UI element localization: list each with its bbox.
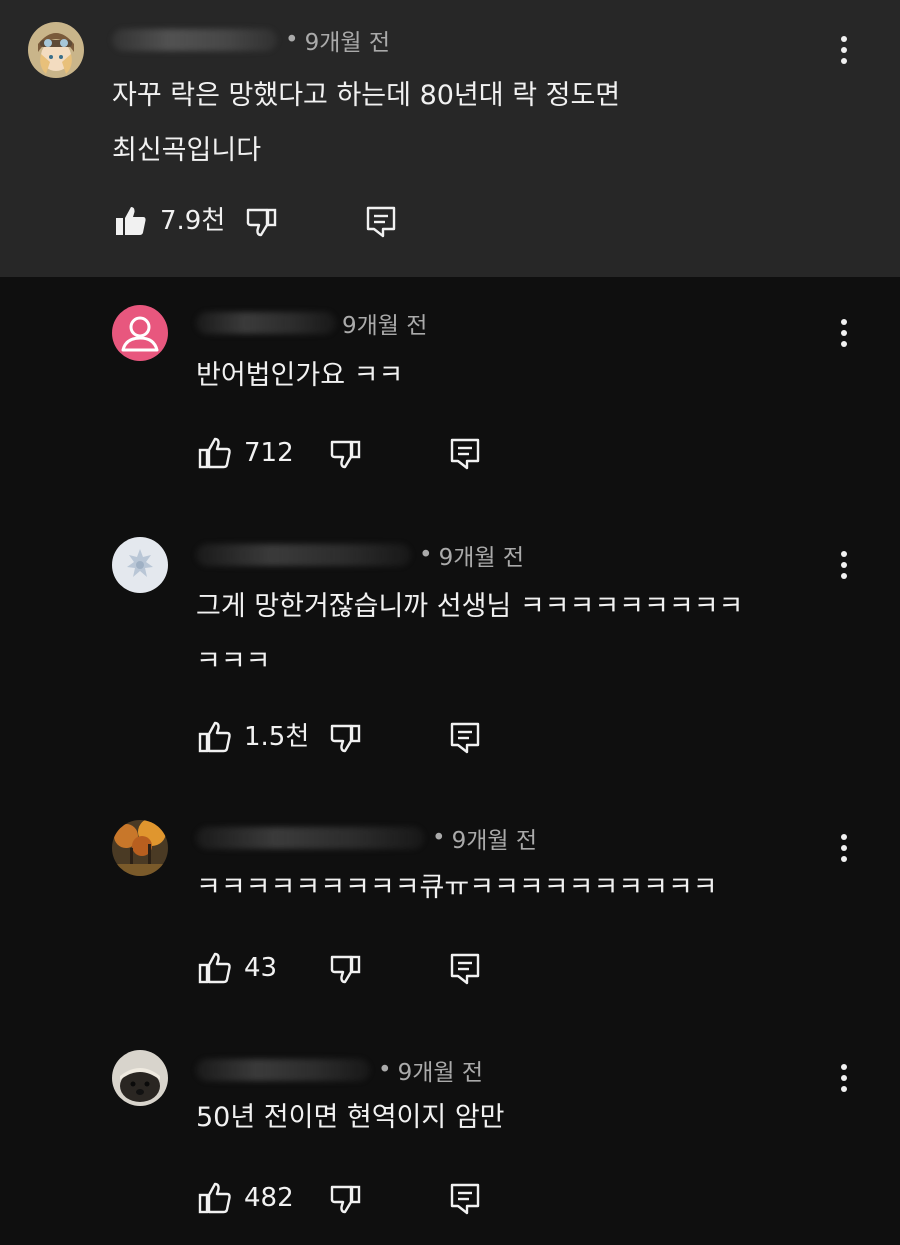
reply-comment: 9개월 전 반어법인가요 ㅋㅋ 712 (0, 300, 900, 500)
more-vert-icon[interactable] (836, 830, 852, 866)
author-name-redacted (112, 29, 277, 51)
like-count: 43 (244, 953, 278, 983)
like-count: 1.5천 (244, 722, 310, 752)
comment-time: 9개월 전 (397, 1060, 484, 1086)
reply-comment: • 9개월 전 그게 망한거잖습니까 선생님 ㅋㅋㅋㅋㅋㅋㅋㅋㅋ ㅋㅋㅋ 1.5… (0, 535, 900, 775)
thumb-down-icon[interactable] (328, 950, 364, 986)
comment-line: 50년 전이면 현역이지 암만 (196, 1102, 505, 1133)
comment-meta: 9개월 전 (196, 305, 427, 341)
reply-icon[interactable] (447, 1180, 483, 1216)
comment-time: 9개월 전 (342, 313, 428, 339)
thumb-down-icon[interactable] (244, 203, 280, 239)
comment-line: 그게 망한거잖습니까 선생님 ㅋㅋㅋㅋㅋㅋㅋㅋㅋ (196, 591, 744, 622)
more-vert-icon[interactable] (836, 1060, 852, 1096)
thumb-up-icon[interactable] (196, 719, 232, 755)
separator-dot: • (285, 27, 299, 53)
like-count: 712 (244, 438, 294, 468)
comment-text: 자꾸 락은 망했다고 하는데 80년대 락 정도면 최신곡입니다 (112, 68, 620, 178)
thumb-down-icon[interactable] (328, 719, 364, 755)
thumb-down-icon[interactable] (328, 1180, 364, 1216)
author-name-redacted (196, 1059, 370, 1081)
comment-line: 자꾸 락은 망했다고 하는데 80년대 락 정도면 (112, 80, 621, 111)
comment-actions: 482 (196, 1180, 496, 1216)
comment-thread: • 9개월 전 자꾸 락은 망했다고 하는데 80년대 락 정도면 최신곡입니다… (0, 0, 900, 1245)
comment-line: ㅋㅋㅋㅋㅋㅋㅋㅋㅋ큐ㅠㅋㅋㅋㅋㅋㅋㅋㅋㅋㅋ (196, 872, 718, 903)
reply-comment: • 9개월 전 ㅋㅋㅋㅋㅋㅋㅋㅋㅋ큐ㅠㅋㅋㅋㅋㅋㅋㅋㅋㅋㅋ 43 (0, 820, 900, 1000)
avatar[interactable] (112, 1050, 168, 1106)
thumb-up-icon[interactable] (196, 950, 232, 986)
reply-icon[interactable] (447, 435, 483, 471)
comment-line: 최신곡입니다 (112, 135, 262, 166)
avatar[interactable] (112, 305, 168, 361)
more-vert-icon[interactable] (836, 32, 852, 68)
thumb-up-icon[interactable] (196, 1180, 232, 1216)
comment-text: 반어법인가요 ㅋㅋ (196, 348, 403, 403)
avatar[interactable] (28, 22, 84, 78)
comment-text: 50년 전이면 현역이지 암만 (196, 1090, 505, 1145)
author-name-redacted (196, 544, 411, 566)
comment-actions: 1.5천 (196, 719, 496, 755)
reply-comment: • 9개월 전 50년 전이면 현역이지 암만 482 (0, 1050, 900, 1240)
comment-actions: 712 (196, 435, 496, 471)
comment-meta: • 9개월 전 (112, 22, 390, 58)
author-name-redacted (196, 827, 424, 849)
comment-time: 9개월 전 (451, 828, 538, 854)
more-vert-icon[interactable] (836, 547, 852, 583)
reply-icon[interactable] (447, 719, 483, 755)
comment-meta: • 9개월 전 (196, 820, 537, 856)
thumb-up-icon[interactable] (112, 203, 148, 239)
comment-actions: 43 (196, 950, 496, 986)
comment-text: 그게 망한거잖습니까 선생님 ㅋㅋㅋㅋㅋㅋㅋㅋㅋ ㅋㅋㅋ (196, 579, 743, 689)
comment-line: 반어법인가요 ㅋㅋ (196, 360, 404, 391)
reply-icon[interactable] (447, 950, 483, 986)
comment-highlighted: • 9개월 전 자꾸 락은 망했다고 하는데 80년대 락 정도면 최신곡입니다… (0, 0, 900, 277)
comment-text: ㅋㅋㅋㅋㅋㅋㅋㅋㅋ큐ㅠㅋㅋㅋㅋㅋㅋㅋㅋㅋㅋ (196, 860, 718, 915)
separator-dot: • (419, 542, 433, 568)
comment-time: 9개월 전 (438, 545, 525, 571)
avatar[interactable] (112, 537, 168, 593)
comment-meta: • 9개월 전 (196, 1052, 483, 1088)
more-vert-icon[interactable] (836, 315, 852, 351)
like-count: 7.9천 (160, 206, 226, 236)
comment-meta: • 9개월 전 (196, 537, 524, 573)
comment-actions: 7.9천 (112, 203, 412, 239)
separator-dot: • (432, 825, 446, 851)
comment-time: 9개월 전 (304, 30, 391, 56)
thumb-up-icon[interactable] (196, 435, 232, 471)
avatar[interactable] (112, 820, 168, 876)
like-count: 482 (244, 1183, 294, 1213)
comment-line: ㅋㅋㅋ (196, 646, 271, 677)
author-name-redacted (196, 312, 336, 334)
separator-dot: • (378, 1057, 392, 1083)
reply-icon[interactable] (363, 203, 399, 239)
thumb-down-icon[interactable] (328, 435, 364, 471)
